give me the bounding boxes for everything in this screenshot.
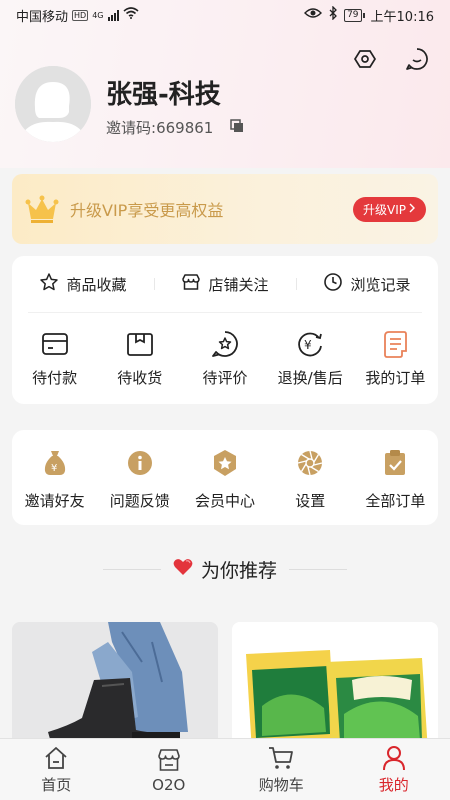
service-label: 邀请好友	[24, 492, 85, 510]
divider-left	[102, 569, 161, 570]
product-card-boots[interactable]	[12, 622, 218, 752]
quick-link-followed-stores[interactable]: 店铺关注	[154, 272, 296, 296]
battery-icon: 79	[344, 8, 365, 22]
services-card: ¥ 邀请好友 问题反馈 会员中心 设置 全部订单	[12, 430, 438, 525]
tab-home[interactable]: 首页	[0, 739, 113, 800]
wifi-icon	[122, 7, 139, 23]
chat-star-icon	[210, 329, 240, 359]
vip-promo-text: 升级VIP享受更高权益	[70, 201, 224, 220]
my-orders[interactable]: 我的订单	[353, 329, 438, 388]
service-label: 全部订单	[365, 492, 426, 510]
hd-icon: HD	[72, 9, 89, 21]
clock-icon	[323, 272, 343, 296]
signal-icon	[107, 9, 119, 21]
tab-mine[interactable]: 我的	[338, 739, 450, 800]
vip-banner[interactable]: 升级VIP享受更高权益 升级VIP	[12, 174, 438, 244]
wallet-icon	[40, 329, 70, 359]
status-bar: 中国移动 HD 4G 79 上午10:16	[0, 0, 450, 30]
order-label: 退换/售后	[277, 369, 343, 387]
tab-label: 首页	[41, 776, 72, 794]
product-card-seaweed[interactable]	[232, 622, 438, 752]
chevron-right-icon	[408, 202, 416, 216]
store-icon	[181, 272, 201, 296]
home-icon	[41, 744, 71, 772]
heart-icon	[173, 558, 193, 581]
quick-link-label: 浏览记录	[350, 275, 411, 294]
order-pending-review[interactable]: 待评价	[182, 329, 267, 388]
yen-return-icon: ¥	[295, 329, 325, 359]
svg-text:¥: ¥	[304, 338, 312, 352]
order-pending-receipt[interactable]: 待收货	[97, 329, 182, 388]
recommend-title: 为你推荐	[200, 560, 277, 582]
bottom-tab-bar: 首页 O2O 购物车 我的	[0, 738, 450, 800]
clipboard-check-icon	[380, 448, 410, 478]
shop-icon	[154, 746, 184, 774]
upgrade-vip-label: 升级VIP	[363, 202, 406, 217]
recommend-header: 为你推荐	[0, 556, 450, 583]
upgrade-vip-button[interactable]: 升级VIP	[353, 196, 426, 222]
carrier-label: 中国移动	[16, 9, 69, 25]
box-icon	[125, 329, 155, 359]
tab-label: 我的	[378, 776, 409, 794]
orders-card: 商品收藏 店铺关注 浏览记录 待付款 待收货 待评价 ¥ 退换/售后 我的订单	[12, 256, 438, 404]
invite-code-value: 669861	[156, 118, 214, 137]
cart-icon	[266, 744, 296, 772]
tab-label: O2O	[152, 775, 186, 794]
divider-right	[289, 569, 347, 570]
avatar[interactable]	[15, 66, 91, 142]
tab-o2o[interactable]: O2O	[113, 739, 226, 800]
bluetooth-icon	[328, 5, 338, 24]
quick-link-history[interactable]: 浏览记录	[296, 272, 438, 296]
message-icon[interactable]	[404, 46, 430, 72]
crown-icon	[24, 193, 60, 225]
clock-time: 上午10:16	[370, 9, 434, 25]
invite-code-row: 邀请码: 669861	[106, 117, 245, 138]
battery-level: 79	[344, 8, 362, 22]
user-icon	[379, 744, 409, 772]
service-feedback[interactable]: 问题反馈	[97, 448, 182, 511]
eye-icon	[304, 7, 323, 23]
scroll-icon	[380, 329, 410, 359]
star-icon	[39, 272, 59, 296]
network-type-label: 4G	[92, 10, 104, 20]
copy-icon[interactable]	[229, 118, 245, 138]
order-label: 我的订单	[365, 369, 426, 387]
money-bag-icon: ¥	[40, 448, 70, 478]
settings-hexagon-icon[interactable]	[352, 46, 378, 72]
quick-link-favorites[interactable]: 商品收藏	[12, 272, 154, 296]
order-after-sales[interactable]: ¥ 退换/售后	[268, 329, 353, 388]
service-label: 会员中心	[195, 492, 256, 510]
order-label: 待付款	[32, 369, 78, 387]
order-label: 待收货	[117, 369, 163, 387]
invite-code-label: 邀请码:	[106, 119, 157, 137]
user-name: 张强-科技	[106, 80, 221, 110]
service-settings[interactable]: 设置	[268, 448, 353, 511]
service-label: 设置	[295, 492, 326, 510]
quick-link-label: 店铺关注	[208, 275, 269, 294]
service-label: 问题反馈	[109, 492, 170, 510]
order-label: 待评价	[202, 369, 248, 387]
tab-label: 购物车	[258, 776, 304, 794]
aperture-icon	[295, 448, 325, 478]
quick-link-label: 商品收藏	[66, 275, 127, 294]
service-member-center[interactable]: 会员中心	[182, 448, 267, 511]
order-pending-payment[interactable]: 待付款	[12, 329, 97, 388]
service-all-orders[interactable]: 全部订单	[353, 448, 438, 511]
product-image-seaweed	[232, 622, 438, 752]
product-image-boots	[12, 622, 218, 752]
tab-cart[interactable]: 购物车	[225, 739, 338, 800]
badge-star-icon	[210, 448, 240, 478]
svg-text:¥: ¥	[51, 463, 57, 474]
service-invite-friends[interactable]: ¥ 邀请好友	[12, 448, 97, 511]
info-icon	[125, 448, 155, 478]
